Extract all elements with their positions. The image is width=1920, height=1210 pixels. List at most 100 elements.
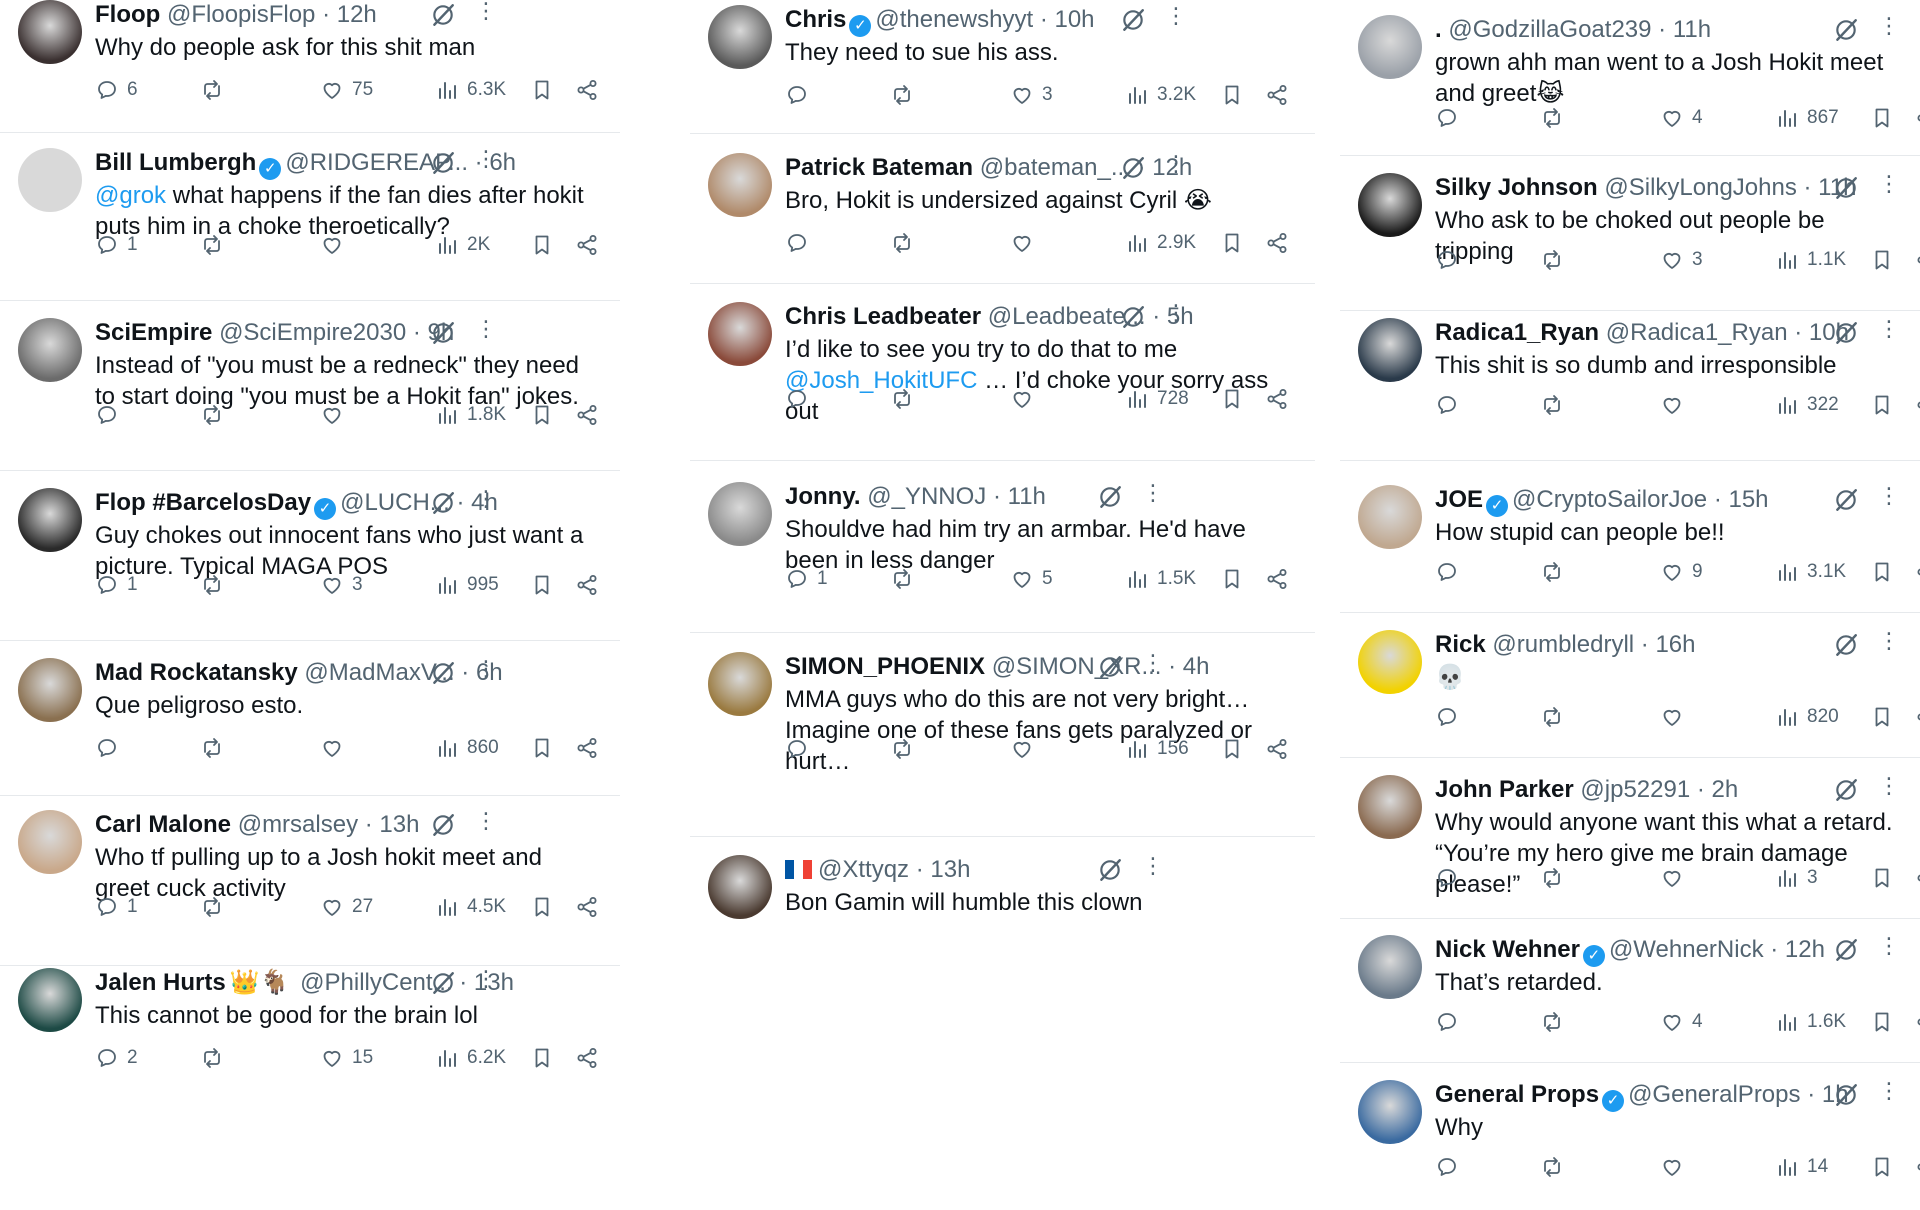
bookmark-button[interactable]	[1220, 228, 1244, 258]
bookmark-button[interactable]	[1870, 103, 1894, 133]
retweet-button[interactable]	[890, 564, 914, 594]
display-name[interactable]: John Parker	[1435, 776, 1574, 803]
grok-icon[interactable]	[1097, 484, 1123, 510]
share-button[interactable]	[1915, 702, 1920, 732]
reply-tweet[interactable]: JOE ✓ @CryptoSailorJoe · 15h ⋮ How stupid ca…	[1340, 485, 1920, 615]
reply-tweet[interactable]: John Parker @jp52291 · 2h ⋮ Why would anyo…	[1340, 775, 1920, 905]
like-button[interactable]	[1660, 390, 1684, 420]
views-button[interactable]: 2K	[435, 230, 490, 260]
display-name[interactable]: General Props	[1435, 1081, 1599, 1108]
grok-icon[interactable]	[1833, 777, 1859, 803]
like-button[interactable]	[1660, 702, 1684, 732]
more-icon[interactable]: ⋮	[475, 968, 497, 990]
display-name[interactable]: Patrick Bateman	[785, 154, 973, 181]
views-button[interactable]: 867	[1775, 103, 1839, 133]
reply-tweet[interactable]: Silky Johnson @SilkyLongJohns · 11h ⋮ Who …	[1340, 173, 1920, 303]
more-icon[interactable]: ⋮	[1878, 775, 1900, 797]
bookmark-button[interactable]	[1220, 384, 1244, 414]
user-handle[interactable]: @SIMON_XR...	[992, 653, 1162, 680]
timestamp[interactable]: · 12h	[322, 1, 377, 28]
bookmark-button[interactable]	[530, 75, 554, 105]
reply-button[interactable]	[785, 384, 809, 414]
timestamp[interactable]: · 12h	[1770, 936, 1825, 963]
views-button[interactable]: 1.6K	[1775, 1007, 1846, 1037]
like-button[interactable]: 3	[320, 570, 363, 600]
display-name[interactable]: JOE	[1435, 486, 1483, 513]
share-button[interactable]	[1915, 1007, 1920, 1037]
reply-button[interactable]	[1435, 1152, 1459, 1182]
user-handle[interactable]: @rumbledryll	[1492, 631, 1634, 658]
reply-button[interactable]	[785, 228, 809, 258]
share-button[interactable]	[575, 570, 599, 600]
grok-icon[interactable]	[1833, 487, 1859, 513]
reply-button[interactable]: 2	[95, 1043, 138, 1073]
reply-tweet[interactable]: @Xttyqz · 13h ⋮ Bon Gamin will humble this…	[690, 855, 1315, 985]
more-icon[interactable]: ⋮	[1165, 153, 1187, 175]
more-icon[interactable]: ⋮	[1165, 5, 1187, 27]
user-handle[interactable]: @FloopisFlop	[167, 1, 315, 28]
reply-tweet[interactable]: Bill Lumbergh ✓ @RIDGEREAP... · 6h ⋮ @grok w…	[0, 148, 620, 278]
avatar[interactable]	[1358, 935, 1422, 999]
like-button[interactable]: 75	[320, 75, 373, 105]
display-name[interactable]: SIMON_PHOENIX	[785, 653, 985, 680]
retweet-button[interactable]	[1540, 1007, 1564, 1037]
share-button[interactable]	[1265, 734, 1289, 764]
like-button[interactable]	[1010, 384, 1034, 414]
share-button[interactable]	[575, 892, 599, 922]
display-name[interactable]: Radica1_Ryan	[1435, 319, 1599, 346]
user-handle[interactable]: @_YNNOJ	[867, 483, 986, 510]
retweet-button[interactable]	[200, 570, 224, 600]
reply-tweet[interactable]: Nick Wehner ✓ @WehnerNick · 12h ⋮ That’s ret…	[1340, 935, 1920, 1065]
like-button[interactable]: 4	[1660, 103, 1703, 133]
avatar[interactable]	[1358, 775, 1422, 839]
avatar[interactable]	[708, 302, 772, 366]
like-button[interactable]: 15	[320, 1043, 373, 1073]
bookmark-button[interactable]	[1870, 863, 1894, 893]
grok-icon[interactable]	[1833, 320, 1859, 346]
like-button[interactable]: 3	[1660, 245, 1703, 275]
retweet-button[interactable]	[1540, 863, 1564, 893]
reply-button[interactable]	[1435, 557, 1459, 587]
retweet-button[interactable]	[1540, 390, 1564, 420]
avatar[interactable]	[1358, 15, 1422, 79]
bookmark-button[interactable]	[530, 400, 554, 430]
share-button[interactable]	[1915, 390, 1920, 420]
bookmark-button[interactable]	[1870, 702, 1894, 732]
display-name[interactable]: Floop	[95, 1, 160, 28]
timestamp[interactable]: · 16h	[1641, 631, 1696, 658]
share-button[interactable]	[575, 230, 599, 260]
retweet-button[interactable]	[200, 400, 224, 430]
avatar[interactable]	[708, 5, 772, 69]
reply-tweet[interactable]: Carl Malone @mrsalsey · 13h ⋮ Who tf pulli…	[0, 810, 620, 940]
views-button[interactable]: 2.9K	[1125, 228, 1196, 258]
like-button[interactable]: 27	[320, 892, 373, 922]
share-button[interactable]	[1915, 1152, 1920, 1182]
timestamp[interactable]: · 11h	[993, 483, 1046, 510]
avatar[interactable]	[18, 488, 82, 552]
views-button[interactable]: 4.5K	[435, 892, 506, 922]
more-icon[interactable]: ⋮	[475, 0, 497, 22]
grok-icon[interactable]	[1833, 175, 1859, 201]
reply-tweet[interactable]: Chris ✓ @thenewshyyt · 10h ⋮ They need to su…	[690, 5, 1315, 135]
share-button[interactable]	[575, 400, 599, 430]
more-icon[interactable]: ⋮	[1878, 15, 1900, 37]
views-button[interactable]: 3	[1775, 863, 1818, 893]
share-button[interactable]	[1915, 863, 1920, 893]
retweet-button[interactable]	[200, 892, 224, 922]
retweet-button[interactable]	[890, 228, 914, 258]
retweet-button[interactable]	[890, 80, 914, 110]
grok-icon[interactable]	[1833, 937, 1859, 963]
share-button[interactable]	[1915, 245, 1920, 275]
grok-icon[interactable]	[1833, 17, 1859, 43]
reply-tweet[interactable]: General Props ✓ @GeneralProps · 1h ⋮ Why 14	[1340, 1080, 1920, 1210]
retweet-button[interactable]	[200, 230, 224, 260]
display-name[interactable]: Chris Leadbeater	[785, 303, 981, 330]
avatar[interactable]	[1358, 485, 1422, 549]
display-name[interactable]: Flop #BarcelosDay	[95, 489, 311, 516]
avatar[interactable]	[1358, 630, 1422, 694]
avatar[interactable]	[18, 658, 82, 722]
avatar[interactable]	[1358, 318, 1422, 382]
views-button[interactable]: 1.5K	[1125, 564, 1196, 594]
more-icon[interactable]: ⋮	[475, 148, 497, 170]
bookmark-button[interactable]	[1870, 245, 1894, 275]
